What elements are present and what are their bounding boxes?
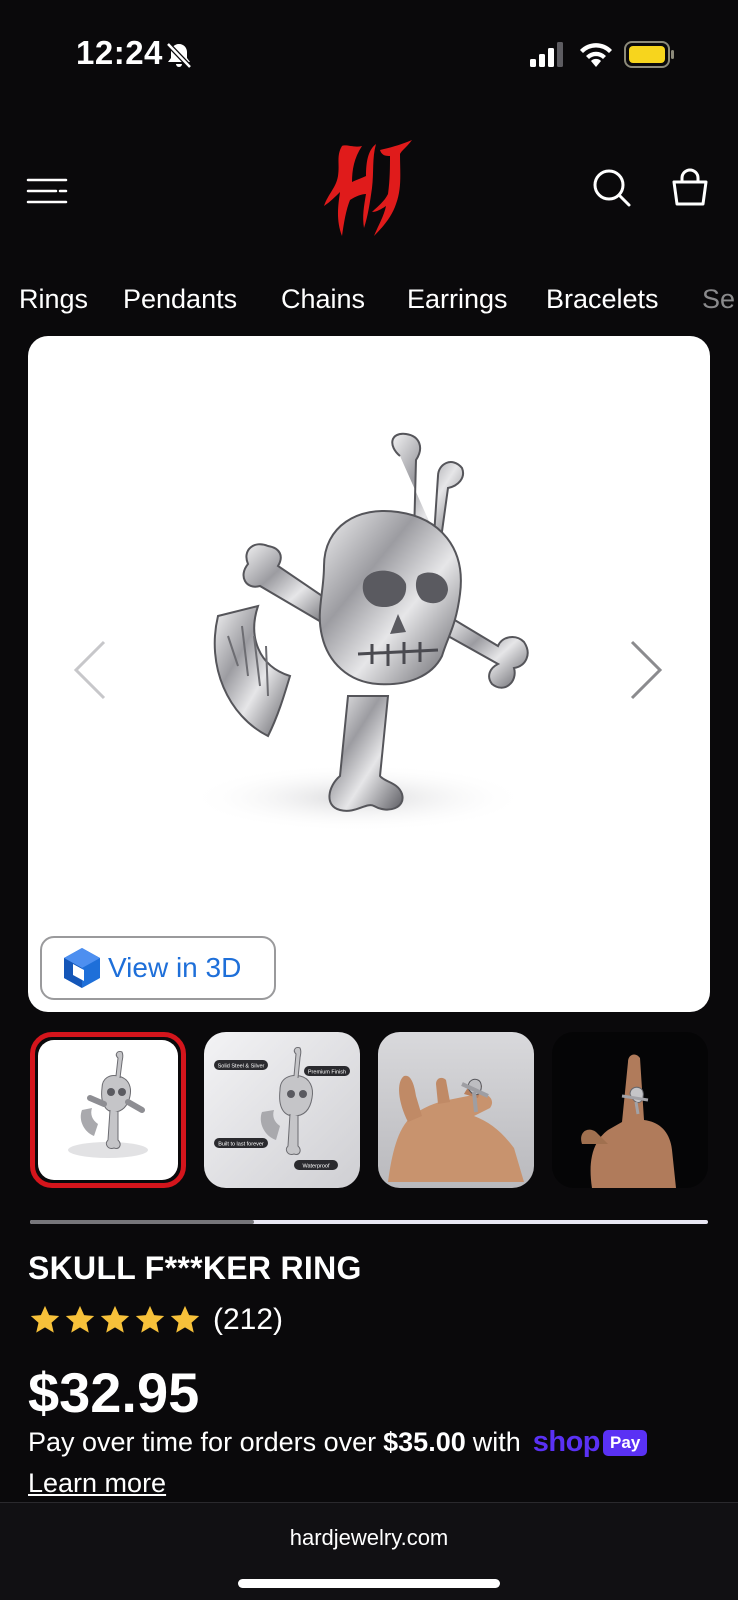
search-icon[interactable] <box>592 168 632 208</box>
thumbnail-4[interactable] <box>552 1032 708 1188</box>
installment-info: Pay over time for orders over $35.00 wit… <box>28 1426 648 1459</box>
shop-pay-logo: shop <box>532 1426 601 1458</box>
bell-off-icon <box>166 42 192 69</box>
home-indicator[interactable] <box>238 1579 500 1588</box>
wifi-icon <box>580 43 612 67</box>
installment-prefix: Pay over time for orders over <box>28 1427 377 1457</box>
thumbnail-hand-dark-image <box>581 1054 676 1188</box>
installment-suffix: with <box>472 1427 521 1457</box>
thumbnail-ring-image <box>68 1051 148 1158</box>
view-in-3d-label: View in 3D <box>108 952 242 983</box>
category-bracelets[interactable]: Bracelets <box>546 284 659 315</box>
star-icon <box>135 1305 165 1333</box>
star-icon <box>30 1305 60 1333</box>
battery-icon <box>624 41 674 68</box>
next-image-arrow-icon[interactable] <box>626 638 666 702</box>
thumbnail-features-image: Solid Steel & Silver Premium Finish Buil… <box>214 1047 350 1170</box>
thumbnail-hand-light-image <box>388 1075 524 1182</box>
skull-ring-image <box>188 432 529 832</box>
category-earrings[interactable]: Earrings <box>407 284 508 315</box>
thumbnail-3[interactable] <box>378 1032 534 1188</box>
previous-image-arrow-icon[interactable] <box>70 638 110 702</box>
browser-address-bar[interactable]: hardjewelry.com <box>0 1502 738 1600</box>
thumbnail-1[interactable] <box>30 1032 186 1188</box>
browser-url[interactable]: hardjewelry.com <box>0 1525 738 1551</box>
product-rating[interactable]: (212) <box>28 1300 283 1340</box>
feature-label-1: Solid Steel & Silver <box>218 1064 265 1070</box>
product-title: SKULL F***KER RING <box>28 1250 362 1286</box>
product-price: $32.95 <box>28 1361 200 1424</box>
product-main-image[interactable]: View in 3D <box>28 336 710 1012</box>
category-chains[interactable]: Chains <box>281 284 365 315</box>
feature-label-3: Built to last forever <box>218 1142 264 1148</box>
feature-label-4: Waterproof <box>302 1164 329 1170</box>
signal-icon <box>530 42 563 67</box>
shop-pay-badge: Pay <box>603 1429 648 1456</box>
cube-3d-icon <box>64 948 100 988</box>
status-bar: 12:24 <box>0 0 738 110</box>
brand-logo[interactable] <box>322 136 416 242</box>
star-icon <box>170 1305 200 1333</box>
installment-amount: $35.00 <box>383 1427 466 1457</box>
site-header <box>0 120 738 260</box>
category-rings[interactable]: Rings <box>19 284 88 315</box>
category-nav: Rings Pendants Chains Earrings Bracelets… <box>0 278 738 326</box>
star-icon <box>100 1305 130 1333</box>
category-pendants[interactable]: Pendants <box>123 284 237 315</box>
feature-label-2: Premium Finish <box>308 1070 346 1076</box>
cart-icon[interactable] <box>670 166 710 208</box>
thumbnail-2[interactable]: Solid Steel & Silver Premium Finish Buil… <box>204 1032 360 1188</box>
star-icon <box>65 1305 95 1333</box>
category-more[interactable]: Se <box>702 284 735 315</box>
status-time: 12:24 <box>76 34 163 71</box>
gallery-scroll-progress-fill <box>30 1220 254 1224</box>
rating-count: (212) <box>213 1303 284 1336</box>
learn-more-link[interactable]: Learn more <box>28 1468 166 1499</box>
view-in-3d-button[interactable]: View in 3D <box>40 936 276 1000</box>
gallery-scroll-progress <box>30 1220 708 1224</box>
menu-icon[interactable] <box>26 176 68 206</box>
thumbnail-strip: Solid Steel & Silver Premium Finish Buil… <box>0 1030 738 1190</box>
